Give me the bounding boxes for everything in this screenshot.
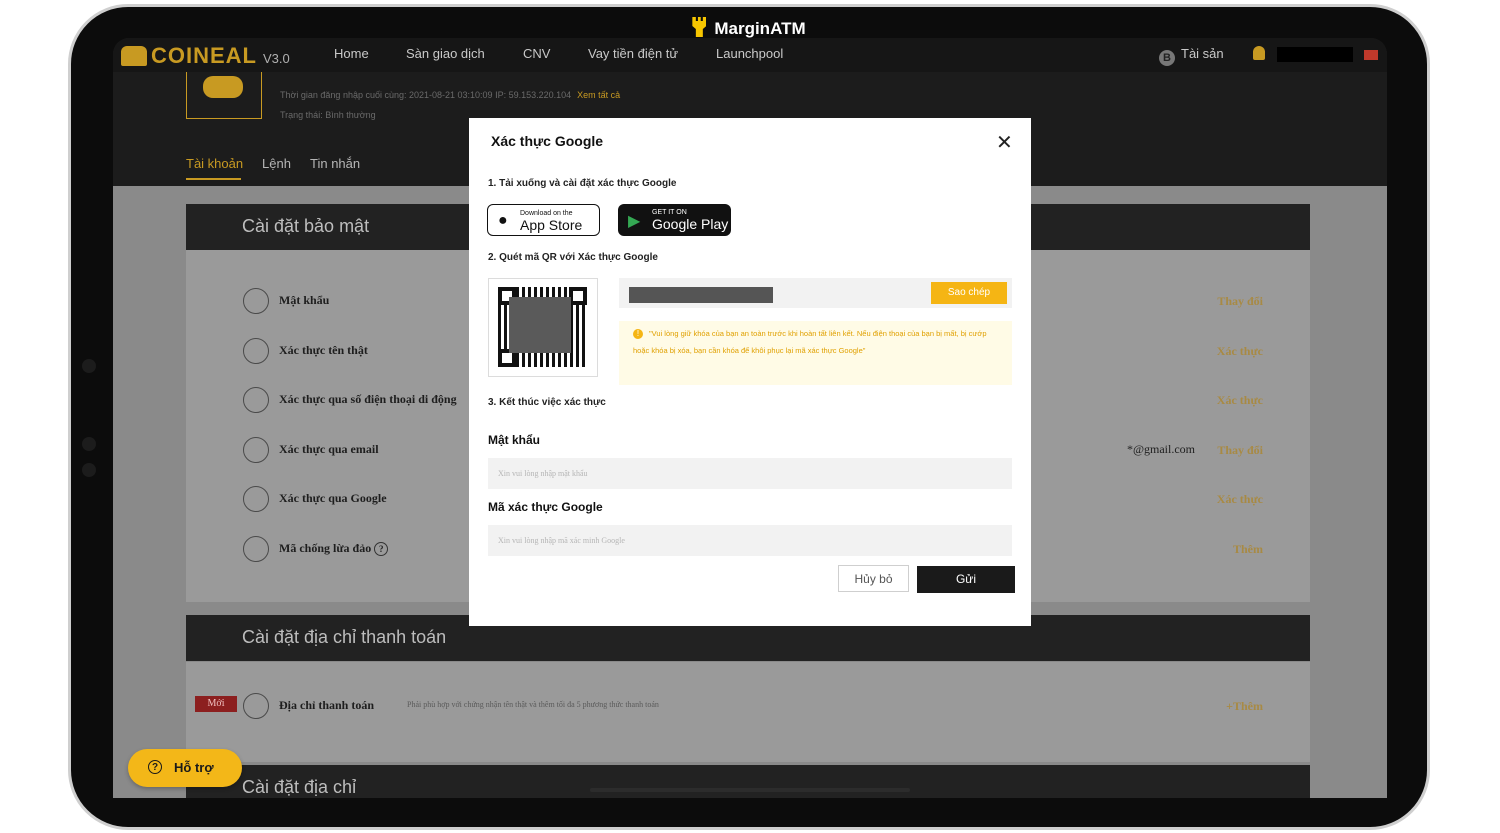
nav-home[interactable]: Home	[334, 46, 369, 61]
apple-icon: ●	[498, 212, 508, 229]
cancel-button[interactable]: Hủy bỏ	[838, 565, 909, 592]
appstore-big-text: App Store	[520, 217, 583, 233]
verify-google-link[interactable]: Xác thực	[1217, 492, 1263, 507]
add-payment-link[interactable]: +Thêm	[1226, 699, 1263, 714]
row-label: Mật khẩu	[279, 293, 330, 307]
address-title: Cài đặt địa chỉ	[242, 777, 357, 797]
view-all-link[interactable]: Xem tất cả	[577, 90, 620, 100]
castle-icon	[692, 17, 707, 37]
row-label: Xác thực qua email	[279, 442, 379, 456]
copy-button[interactable]: Sao chép	[931, 282, 1007, 304]
umbrella-icon	[243, 536, 269, 562]
paper-plane-icon	[243, 437, 269, 463]
help-icon[interactable]: ?	[374, 542, 389, 556]
last-login-info: Thời gian đăng nhập cuối cùng: 2021-08-2…	[280, 90, 620, 100]
support-label: Hỗ trợ	[174, 760, 214, 775]
google-play-button[interactable]: ▶ GET IT ON Google Play	[618, 204, 731, 236]
redacted-username	[1277, 47, 1353, 62]
brand-watermark: MarginATM	[71, 17, 1427, 39]
nav-launchpool[interactable]: Launchpool	[716, 46, 783, 61]
button-dot	[82, 463, 96, 477]
bitcoin-icon: B	[1159, 50, 1175, 66]
step-3-label: 3. Kết thúc việc xác thực	[488, 397, 606, 408]
new-badge: Mới	[195, 696, 237, 712]
row-label: Mã chống lừa đảo ?	[279, 541, 389, 556]
googleplay-small-text: GET IT ON	[652, 209, 687, 216]
qr-code	[488, 278, 598, 377]
user-icon[interactable]	[1253, 46, 1265, 60]
play-triangle-icon: ▶	[628, 213, 641, 230]
row-label: Xác thực qua Google	[279, 491, 387, 505]
camera-dot	[82, 359, 96, 373]
home-indicator	[590, 788, 910, 792]
password-field	[488, 458, 1012, 489]
step-2-label: 2. Quét mã QR với Xác thực Google	[488, 252, 658, 263]
password-input[interactable]	[488, 458, 1012, 489]
step-1-label: 1. Tải xuống và cài đặt xác thực Google	[488, 178, 677, 189]
address-settings-header: Cài đặt địa chỉ	[186, 765, 1310, 798]
robot-icon	[121, 46, 147, 66]
modal-title: Xác thực Google	[491, 133, 604, 149]
change-email-link[interactable]: Thay đổi	[1217, 443, 1263, 458]
google-auth-modal: Xác thực Google ✕ 1. Tải xuống và cài đặ…	[469, 118, 1031, 626]
add-anti-phishing-link[interactable]: Thêm	[1233, 542, 1263, 557]
row-label: Xác thực qua số điện thoại di động	[279, 392, 457, 406]
verify-real-name-link[interactable]: Xác thực	[1217, 344, 1263, 359]
tab-underline	[186, 178, 241, 180]
logo-text: COINEAL	[151, 43, 257, 68]
security-title: Cài đặt bảo mật	[242, 216, 370, 236]
language-flag-icon[interactable]	[1364, 50, 1378, 60]
google-code-label: Mã xác thực Google	[488, 500, 603, 514]
row-label: Xác thực tên thật	[279, 343, 368, 357]
avatar	[186, 72, 262, 119]
support-button[interactable]: ? Hỗ trợ	[128, 749, 242, 787]
submit-button[interactable]: Gửi	[917, 566, 1015, 593]
google-code-input[interactable]	[488, 525, 1012, 556]
nav-assets[interactable]: B Tài sản	[1159, 46, 1224, 66]
password-label: Mật khẩu	[488, 433, 541, 447]
tab-orders[interactable]: Lệnh	[262, 156, 291, 171]
assets-label: Tài sản	[1181, 46, 1224, 61]
button-dot	[82, 437, 96, 451]
warning-text: "Vui lòng giữ khóa của bạn an toàn trước…	[633, 329, 987, 355]
brand-name: MarginATM	[714, 19, 806, 38]
coineal-logo[interactable]: COINEAL V3.0	[121, 43, 290, 69]
google-icon	[243, 486, 269, 512]
email-value: *@gmail.com	[1126, 442, 1195, 456]
login-text: Thời gian đăng nhập cuối cùng: 2021-08-2…	[280, 90, 572, 100]
tab-account[interactable]: Tài khoản	[186, 156, 243, 171]
nav-exchange[interactable]: Sàn giao dịch	[406, 46, 485, 61]
google-code-field	[488, 525, 1012, 556]
payment-note: Phải phù hợp với chứng nhận tên thật và …	[407, 700, 659, 709]
phone-icon	[243, 387, 269, 413]
app-store-button[interactable]: ● Download on the App Store	[487, 204, 600, 236]
appstore-small-text: Download on the	[520, 210, 573, 217]
qr-finder	[569, 287, 587, 305]
person-icon	[243, 338, 269, 364]
qr-redacted	[509, 297, 571, 353]
change-password-link[interactable]: Thay đổi	[1217, 294, 1263, 309]
verify-phone-link[interactable]: Xác thực	[1217, 393, 1263, 408]
tab-messages[interactable]: Tin nhắn	[310, 156, 360, 171]
question-icon: ?	[148, 760, 162, 774]
row-label-text: Mã chống lừa đảo	[279, 541, 372, 555]
lock-icon	[243, 288, 269, 314]
robot-avatar-icon	[203, 76, 243, 98]
close-icon[interactable]: ✕	[996, 130, 1013, 155]
account-status: Trạng thái: Bình thường	[280, 110, 376, 120]
nav-crypto-loan[interactable]: Vay tiền điện tử	[588, 46, 678, 61]
top-navbar: COINEAL V3.0 Home Sàn giao dịch CNV Vay t…	[113, 38, 1387, 74]
payment-title: Cài đặt địa chỉ thanh toán	[242, 627, 447, 647]
row-label: Địa chỉ thanh toán	[279, 698, 375, 712]
dollar-icon	[243, 693, 269, 719]
googleplay-big-text: Google Play	[652, 216, 729, 232]
version-label: V3.0	[263, 51, 290, 66]
payment-address-row: Địa chỉ thanh toán +Thêm	[243, 693, 1263, 723]
redacted-key	[629, 287, 773, 303]
warning-box: ! "Vui lòng giữ khóa của bạn an toàn trư…	[619, 321, 1012, 385]
nav-cnv[interactable]: CNV	[523, 46, 550, 61]
